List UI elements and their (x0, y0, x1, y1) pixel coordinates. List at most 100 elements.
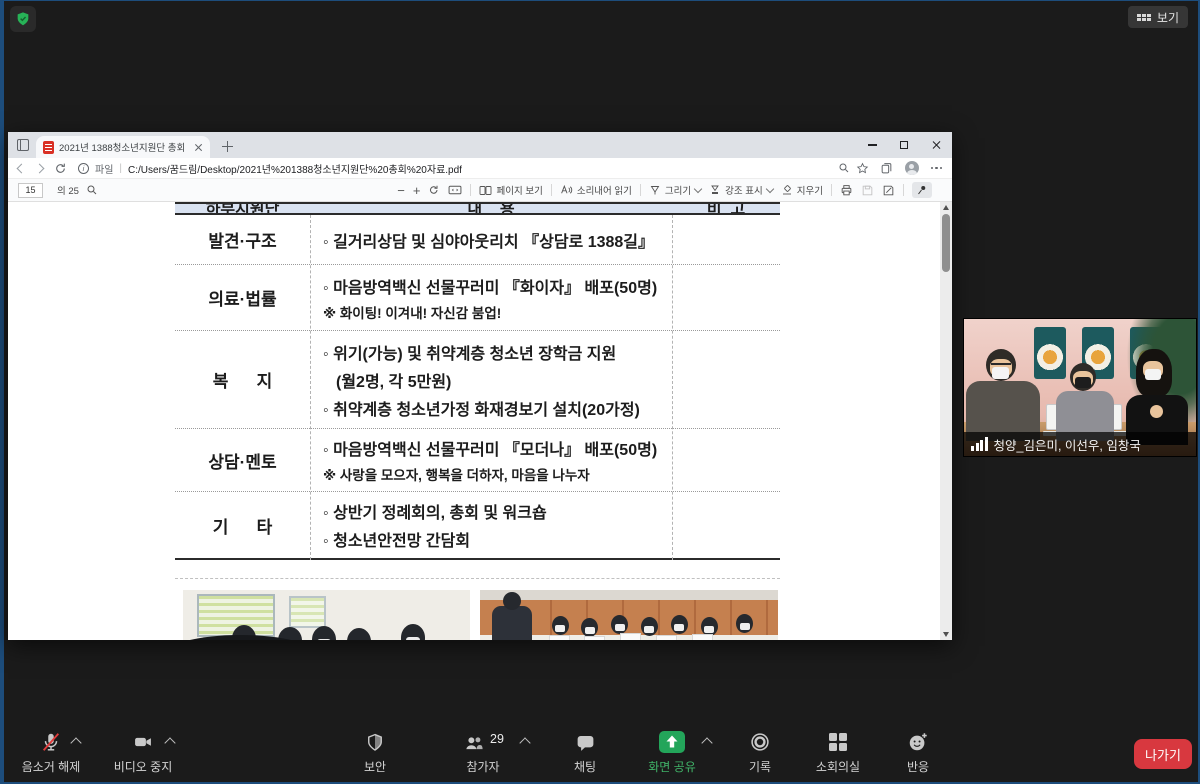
photo-certificate (584, 636, 605, 640)
highlight-label: 강조 표시 (725, 183, 763, 197)
window-border-left (0, 0, 4, 784)
photo-ceiling (480, 590, 778, 600)
pdf-tools: − + 페이지 보기 (397, 182, 942, 198)
minimize-icon (868, 144, 877, 145)
record-icon (749, 731, 771, 753)
erase-button[interactable]: 지우기 (781, 183, 823, 197)
content-line: ◦ 상반기 정례회의, 총회 및 워크숍 (323, 499, 672, 523)
page-view-label: 페이지 보기 (496, 183, 542, 197)
photo-person (347, 628, 371, 640)
draw-button[interactable]: 그리기 (649, 183, 701, 197)
forward-icon[interactable] (35, 163, 45, 173)
close-button[interactable] (920, 132, 952, 158)
close-icon (931, 140, 941, 150)
pdf-scrollbar[interactable] (940, 202, 952, 640)
content-line: ◦ 위기(가능) 및 취약계층 청소년 장학금 지원 (323, 340, 672, 364)
tab-layout-icon[interactable] (17, 139, 29, 151)
pdf-page-controls: 15 의 25 (18, 183, 98, 198)
security-button[interactable]: 보안 (327, 731, 423, 775)
microphone-muted-icon (40, 731, 62, 753)
photo-person (736, 614, 753, 633)
zoom-in-icon[interactable]: + (413, 183, 421, 198)
table-header-col3: 비 고 (672, 202, 780, 213)
photo-person (552, 616, 569, 635)
save-as-icon[interactable] (882, 184, 895, 197)
refresh-icon[interactable] (54, 162, 67, 175)
row-content: ◦ 위기(가능) 및 취약계층 청소년 장학금 지원 (월2명, 각 5만원) … (310, 331, 672, 428)
zoom-out-icon[interactable]: − (397, 183, 405, 198)
scroll-down-icon[interactable] (943, 632, 949, 637)
tab-close-icon[interactable] (194, 143, 203, 152)
reactions-button[interactable]: 반응 (870, 731, 966, 775)
read-aloud-button[interactable]: 소리내어 읽기 (560, 183, 632, 197)
rotate-icon[interactable] (428, 184, 440, 196)
new-tab-button[interactable] (222, 141, 233, 152)
pdf-search-icon[interactable] (86, 184, 98, 196)
maximize-button[interactable] (888, 132, 920, 158)
draw-dropdown-icon[interactable] (694, 184, 702, 192)
chat-button[interactable]: 채팅 (537, 731, 633, 775)
pin-icon (916, 184, 928, 196)
scrollbar-thumb[interactable] (942, 214, 950, 272)
print-icon[interactable] (840, 184, 853, 197)
video-tile-nameplate: 청양_김은미, 이선우, 임창국 (964, 432, 1196, 456)
page-info-icon[interactable]: i (78, 163, 89, 174)
page-number-input[interactable]: 15 (18, 183, 43, 198)
stop-video-button[interactable]: 비디오 중지 (95, 731, 191, 775)
browser-tab-strip: 2021년 1388청소년지원단 총회 (8, 132, 952, 158)
erase-label: 지우기 (797, 183, 823, 197)
shared-edge-browser-window: 2021년 1388청소년지원단 총회 i 파일 | C:/Users/꿈드림/ (8, 132, 952, 640)
browser-tab[interactable]: 2021년 1388청소년지원단 총회 (36, 136, 210, 158)
profile-avatar[interactable] (905, 161, 919, 175)
meeting-security-badge[interactable] (10, 6, 36, 32)
participants-icon (462, 732, 486, 753)
minimize-button[interactable] (856, 132, 888, 158)
highlight-button[interactable]: 강조 표시 (709, 183, 773, 197)
content-line: ◦ 청소년안전망 간담회 (323, 527, 672, 551)
zoom-page-icon[interactable] (838, 162, 850, 174)
participant-video-tile[interactable]: 청양_김은미, 이선우, 임창국 (963, 318, 1197, 457)
row-content: ◦ 마음방역백신 선물꾸러미 『화이자』 배포(50명) ※ 화이팅! 이겨내!… (310, 265, 672, 330)
table-column-divider (672, 215, 673, 560)
record-label: 기록 (749, 758, 771, 775)
back-icon[interactable] (17, 163, 27, 173)
table-row: 발견·구조 ◦ 길거리상담 및 심야아웃리치 『상담로 1388길』 (175, 215, 780, 265)
view-button[interactable]: 보기 (1128, 6, 1188, 28)
separator (640, 184, 641, 196)
content-line: ◦ 길거리상담 및 심야아웃리치 『상담로 1388길』 (323, 228, 672, 252)
fit-to-width-icon[interactable] (448, 184, 462, 196)
content-line: ◦ 마음방역백신 선물꾸러미 『화이자』 배포(50명) (323, 274, 672, 298)
photo-person (671, 615, 688, 634)
scroll-up-icon[interactable] (943, 205, 949, 210)
collections-icon[interactable] (880, 162, 893, 175)
shield-check-icon (15, 11, 31, 27)
page-view-button[interactable]: 페이지 보기 (479, 183, 542, 197)
row-category: 의료·법률 (175, 265, 310, 330)
photo-certificate (692, 634, 713, 640)
row-content: ◦ 마음방역백신 선물꾸러미 『모더나』 배포(50명) ※ 사랑을 모으자, … (310, 429, 672, 491)
leave-meeting-button[interactable]: 나가기 (1134, 739, 1192, 769)
photo-person (312, 626, 336, 640)
table-column-divider (310, 215, 311, 560)
view-button-label: 보기 (1157, 9, 1179, 26)
row-remark (672, 429, 780, 491)
participants-button[interactable]: 29 참가자 (435, 731, 531, 775)
browser-menu-icon[interactable] (931, 167, 942, 169)
toolbar-pin-button[interactable] (912, 182, 932, 198)
video-camera-icon (131, 732, 155, 752)
separator (903, 184, 904, 196)
maximize-icon (900, 141, 908, 149)
highlight-dropdown-icon[interactable] (766, 184, 774, 192)
table-row: 기 타 ◦ 상반기 정례회의, 총회 및 워크숍 ◦ 청소년안전망 간담회 (175, 492, 780, 560)
content-line: ◦ 마음방역백신 선물꾸러미 『모더나』 배포(50명) (323, 436, 672, 460)
row-remark (672, 265, 780, 330)
address-bar[interactable]: i 파일 | C:/Users/꿈드림/Desktop/2021년%201388… (78, 161, 869, 176)
document-photo-2 (480, 590, 778, 640)
highlighter-icon (709, 184, 721, 196)
document-table: 하부지원단 내 용 비 고 발견·구조 ◦ 길거리상담 및 심야아웃리치 『상담… (175, 202, 780, 560)
document-photo-1 (183, 590, 470, 640)
favorites-star-icon[interactable] (856, 162, 869, 175)
unmute-button[interactable]: 음소거 해제 (3, 731, 99, 775)
save-icon[interactable] (861, 184, 874, 197)
person-mask (1075, 377, 1091, 388)
